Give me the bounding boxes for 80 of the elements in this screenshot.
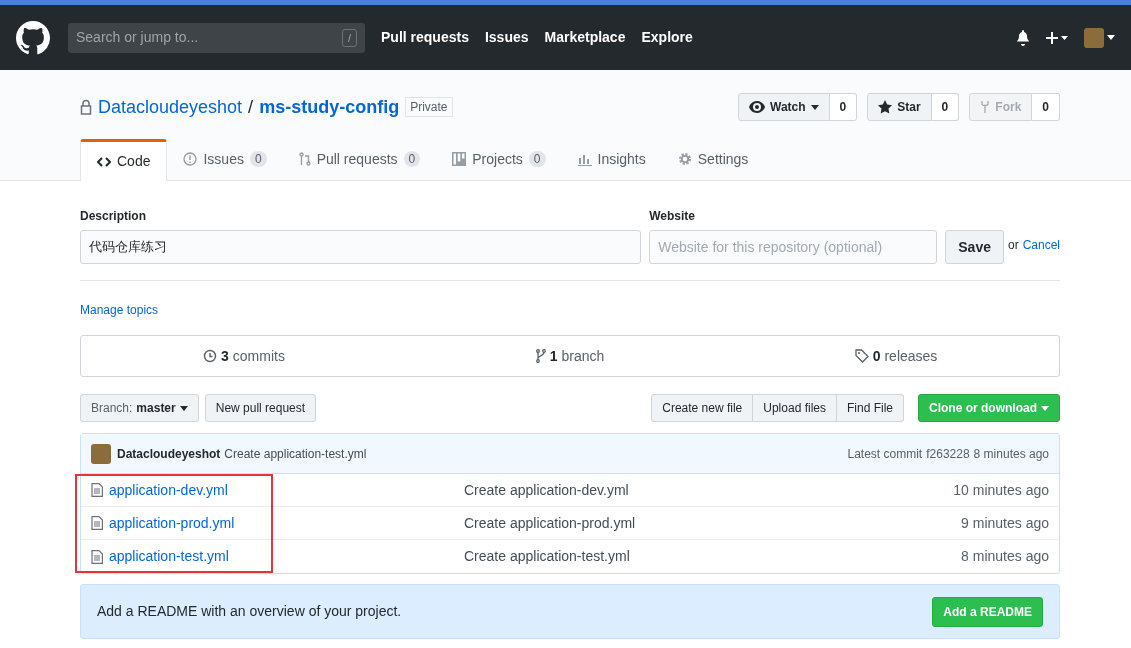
count-badge: 0 — [528, 151, 546, 167]
website-field[interactable]: Website for this repository (optional) — [649, 230, 938, 264]
commit-sha[interactable]: f263228 — [926, 444, 970, 463]
nav-link[interactable]: Issues — [484, 27, 529, 48]
caret-icon — [810, 104, 819, 110]
save-button[interactable]: Save — [945, 230, 1004, 264]
file-name-link[interactable]: application-prod.yml — [109, 512, 464, 534]
manage-topics-link[interactable]: Manage topics — [80, 301, 1060, 319]
nav-link[interactable]: Explore — [641, 27, 693, 48]
file-action-button[interactable]: Find File — [837, 394, 904, 422]
repo-owner-link[interactable]: Datacloudeyeshot — [98, 93, 243, 121]
tag-icon — [854, 349, 869, 363]
nav-link[interactable]: Marketplace — [544, 27, 626, 48]
file-action-button[interactable]: Create new file — [651, 394, 754, 422]
latest-commit-label: Latest commit — [847, 445, 923, 463]
star-icon — [878, 100, 893, 114]
file-age: 10 minutes ago — [953, 480, 1049, 500]
code-icon — [97, 156, 111, 167]
search-input: Search or jump to... — [76, 27, 342, 48]
commit-author[interactable]: Datacloudeyeshot — [117, 444, 221, 463]
path-separator: / — [248, 95, 254, 119]
avatar[interactable] — [1084, 27, 1104, 48]
caret-icon — [1107, 35, 1115, 40]
repo-tab[interactable]: Code — [80, 139, 168, 181]
watch-button[interactable]: Watch — [738, 93, 830, 121]
commit-message-link[interactable]: Create application-dev.yml — [464, 479, 629, 501]
cancel-link[interactable]: Cancel — [1022, 236, 1060, 254]
caret-icon — [179, 405, 188, 411]
file-action-button[interactable]: Upload files — [753, 394, 837, 422]
nav-link[interactable]: Pull requests — [381, 27, 469, 48]
count-badge: 0 — [403, 151, 421, 167]
settings-icon — [677, 152, 692, 166]
description-label: Description — [80, 208, 147, 225]
fork-icon — [980, 100, 991, 114]
social-count[interactable]: 0 — [829, 93, 858, 121]
avatar — [91, 443, 111, 464]
bar-graph-icon — [577, 152, 592, 166]
branch-icon — [535, 349, 546, 363]
eye-icon — [749, 101, 765, 113]
history-icon — [203, 349, 218, 363]
website-label: Website — [649, 208, 696, 225]
private-label: Private — [405, 97, 453, 117]
file-name-link[interactable]: application-dev.yml — [109, 479, 464, 501]
repo-tab[interactable]: Settings — [661, 138, 765, 180]
bell-icon[interactable] — [1016, 29, 1030, 46]
file-name-link[interactable]: application-test.yml — [109, 546, 464, 567]
file-icon — [91, 549, 103, 564]
pull-request-icon — [298, 152, 311, 166]
readme-prompt: Add a README with an overview of your project. — [97, 602, 402, 621]
file-icon — [91, 516, 103, 530]
repo-tab[interactable]: Issues 0 — [167, 138, 283, 180]
commit-time: 8 minutes ago — [973, 445, 1049, 463]
logo-icon[interactable] — [16, 20, 50, 55]
lock-icon — [80, 99, 92, 115]
branch-selector[interactable]: Branch: master — [80, 394, 199, 422]
description-field[interactable]: 代码仓库练习 — [80, 230, 642, 264]
releases-link[interactable]: 0 releases — [733, 345, 1059, 367]
branch-link[interactable]: 1 branch — [407, 345, 733, 367]
slash-key: / — [341, 28, 357, 47]
or-text: or — [1007, 237, 1019, 254]
file-icon — [91, 483, 103, 497]
commit-message-link[interactable]: Create application-test.yml — [464, 546, 630, 567]
commits-link[interactable]: 3 commits — [81, 345, 407, 367]
repo-name-link[interactable]: ms-study-config — [259, 93, 400, 121]
star-button[interactable]: Star — [867, 93, 932, 121]
project-board-icon — [452, 152, 467, 166]
social-count[interactable]: 0 — [931, 93, 960, 121]
repo-tab[interactable]: Projects 0 — [436, 138, 562, 180]
new-pull-request-button[interactable]: New pull request — [204, 394, 317, 422]
plus-dropdown-icon[interactable] — [1044, 29, 1070, 46]
caret-icon — [1041, 405, 1049, 411]
file-age: 8 minutes ago — [961, 547, 1049, 566]
repo-tab[interactable]: Pull requests 0 — [282, 138, 437, 180]
file-age: 9 minutes ago — [961, 513, 1049, 533]
commit-message-link[interactable]: Create application-prod.yml — [464, 512, 636, 534]
count-badge: 0 — [249, 151, 267, 167]
issue-icon — [183, 152, 198, 166]
commit-message[interactable]: Create application-test.yml — [224, 444, 367, 463]
repo-tab[interactable]: Insights — [561, 138, 662, 180]
search-field[interactable]: Search or jump to... / — [68, 22, 365, 53]
